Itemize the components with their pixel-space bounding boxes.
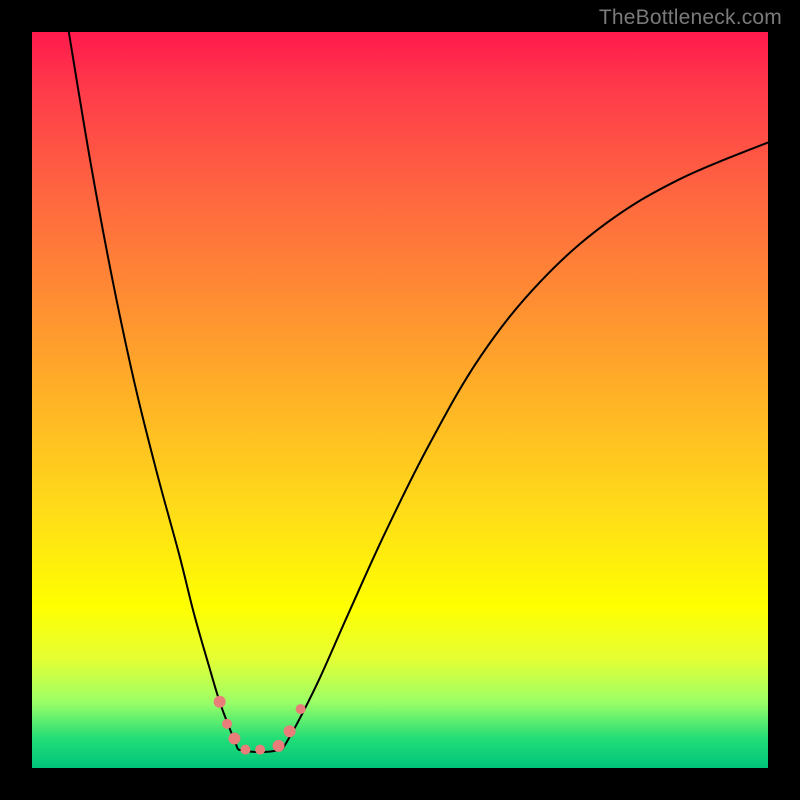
marker-dot xyxy=(222,719,232,729)
marker-dot xyxy=(240,745,250,755)
watermark-text: TheBottleneck.com xyxy=(599,6,782,30)
marker-dot xyxy=(273,740,285,752)
chart-container: TheBottleneck.com xyxy=(0,0,800,800)
curve-left-branch xyxy=(69,32,238,750)
marker-dot xyxy=(228,733,240,745)
marker-dot xyxy=(214,696,226,708)
curve-layer xyxy=(32,32,768,768)
marker-dot xyxy=(284,725,296,737)
marker-dot xyxy=(296,704,306,714)
curve-right-branch xyxy=(282,142,768,749)
marker-dot xyxy=(255,745,265,755)
plot-area xyxy=(32,32,768,768)
marker-group xyxy=(214,696,306,755)
